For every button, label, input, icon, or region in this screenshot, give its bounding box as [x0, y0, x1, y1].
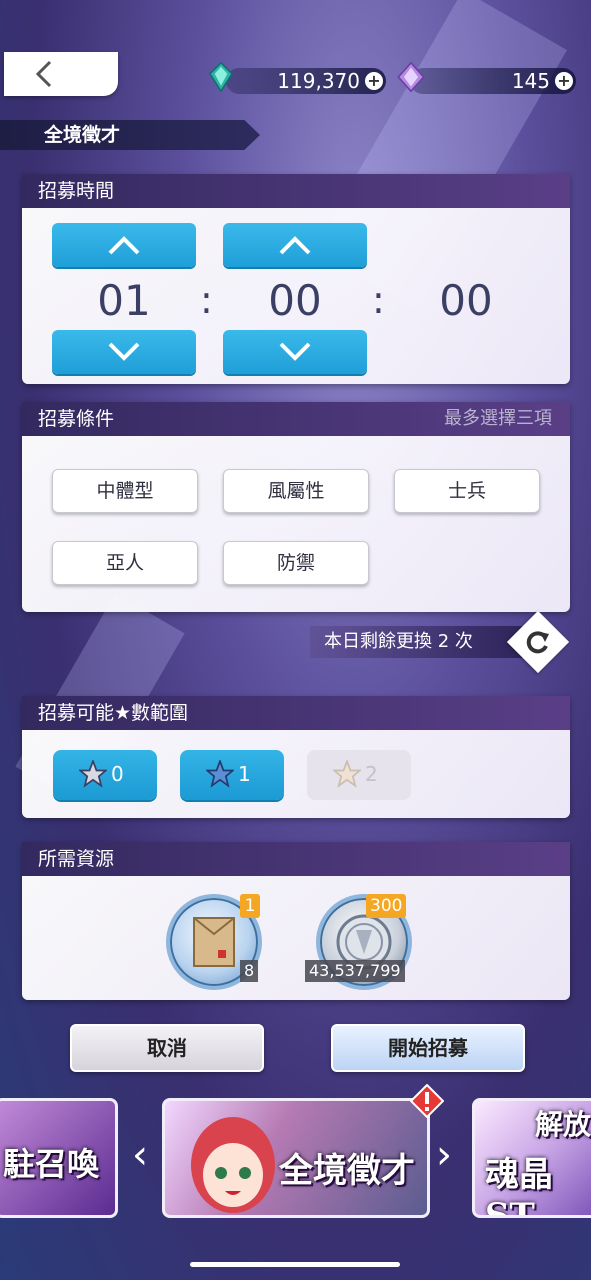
hour-up-button[interactable]: [52, 223, 196, 267]
diamond-counter: 119,370: [226, 68, 386, 94]
star-count: 1: [238, 762, 251, 786]
banner-right[interactable]: 解放 魂晶ST: [472, 1098, 591, 1218]
panel-title: 招募可能★數範圍: [38, 702, 189, 724]
panel-header: 招募條件 最多選擇三項: [22, 402, 570, 436]
time-separator: :: [372, 278, 385, 322]
minute-value: 00: [268, 276, 322, 325]
chevron-down-icon: [279, 342, 311, 361]
minute-down-button[interactable]: [223, 330, 367, 374]
banner-label: 全境徵才: [279, 1151, 415, 1191]
condition-option[interactable]: 防禦: [223, 541, 369, 585]
condition-option[interactable]: 士兵: [394, 469, 540, 513]
crystal-amount: 145: [511, 69, 550, 93]
condition-option[interactable]: 風屬性: [223, 469, 369, 513]
add-diamond-button[interactable]: +: [365, 72, 383, 90]
back-button[interactable]: [4, 52, 118, 96]
diamond-amount: 119,370: [277, 69, 360, 93]
panel-header: 所需資源: [22, 842, 570, 876]
panel-title: 招募條件: [38, 408, 115, 430]
gem-icon: [208, 62, 234, 92]
condition-option[interactable]: 中體型: [52, 469, 198, 513]
hour-value: 01: [97, 276, 151, 325]
star-icon: [79, 760, 107, 788]
condition-option[interactable]: 亞人: [52, 541, 198, 585]
refresh-remaining-label: 本日剩餘更換 2 次: [310, 626, 538, 658]
star-option-0[interactable]: 0: [53, 750, 157, 800]
required-resources-panel: 所需資源: [22, 842, 570, 1000]
chevron-left-icon[interactable]: ‹: [132, 1132, 148, 1178]
banner-center[interactable]: 全境徵才: [162, 1098, 430, 1218]
panel-header: 招募時間: [22, 174, 570, 208]
banner-left[interactable]: 駐召喚: [0, 1098, 118, 1218]
panel-title: 招募時間: [38, 180, 115, 202]
home-indicator: [190, 1262, 400, 1267]
panel-title: 所需資源: [38, 848, 115, 870]
owned-count: 8: [240, 960, 259, 982]
star-option-1[interactable]: 1: [180, 750, 284, 800]
alert-icon: [410, 1084, 444, 1118]
banner-label: 駐召喚: [3, 1145, 100, 1183]
star-icon: [206, 760, 234, 788]
chevron-left-icon: [35, 60, 52, 88]
start-recruit-button[interactable]: 開始招募: [331, 1024, 525, 1072]
chevron-up-icon: [108, 236, 140, 255]
cancel-button[interactable]: 取消: [70, 1024, 264, 1072]
refresh-icon: [526, 631, 549, 654]
second-value: 00: [439, 276, 493, 325]
star-icon: [333, 760, 361, 788]
page-title: 全境徵才: [0, 120, 260, 150]
chevron-right-icon[interactable]: ›: [436, 1132, 452, 1178]
crystal-counter: 145: [410, 68, 576, 94]
envelope-icon: [193, 917, 235, 967]
banner-label: 解放: [535, 1108, 591, 1141]
cost-badge: 300: [366, 894, 407, 918]
panel-header: 招募可能★數範圍: [22, 696, 570, 730]
star-option-2[interactable]: 2: [307, 750, 411, 800]
minute-up-button[interactable]: [223, 223, 367, 267]
chevron-up-icon: [279, 236, 311, 255]
owned-count: 43,537,799: [305, 960, 405, 982]
cost-badge: 1: [240, 894, 260, 918]
add-crystal-button[interactable]: +: [555, 72, 573, 90]
banner-label: 魂晶ST: [485, 1155, 553, 1218]
star-count: 2: [365, 762, 378, 786]
character-portrait: [191, 1117, 275, 1213]
chevron-down-icon: [108, 342, 140, 361]
time-separator: :: [200, 278, 213, 322]
hour-down-button[interactable]: [52, 330, 196, 374]
star-count: 0: [111, 762, 124, 786]
crystal-icon: [397, 62, 425, 92]
selection-hint: 最多選擇三項: [444, 408, 552, 429]
